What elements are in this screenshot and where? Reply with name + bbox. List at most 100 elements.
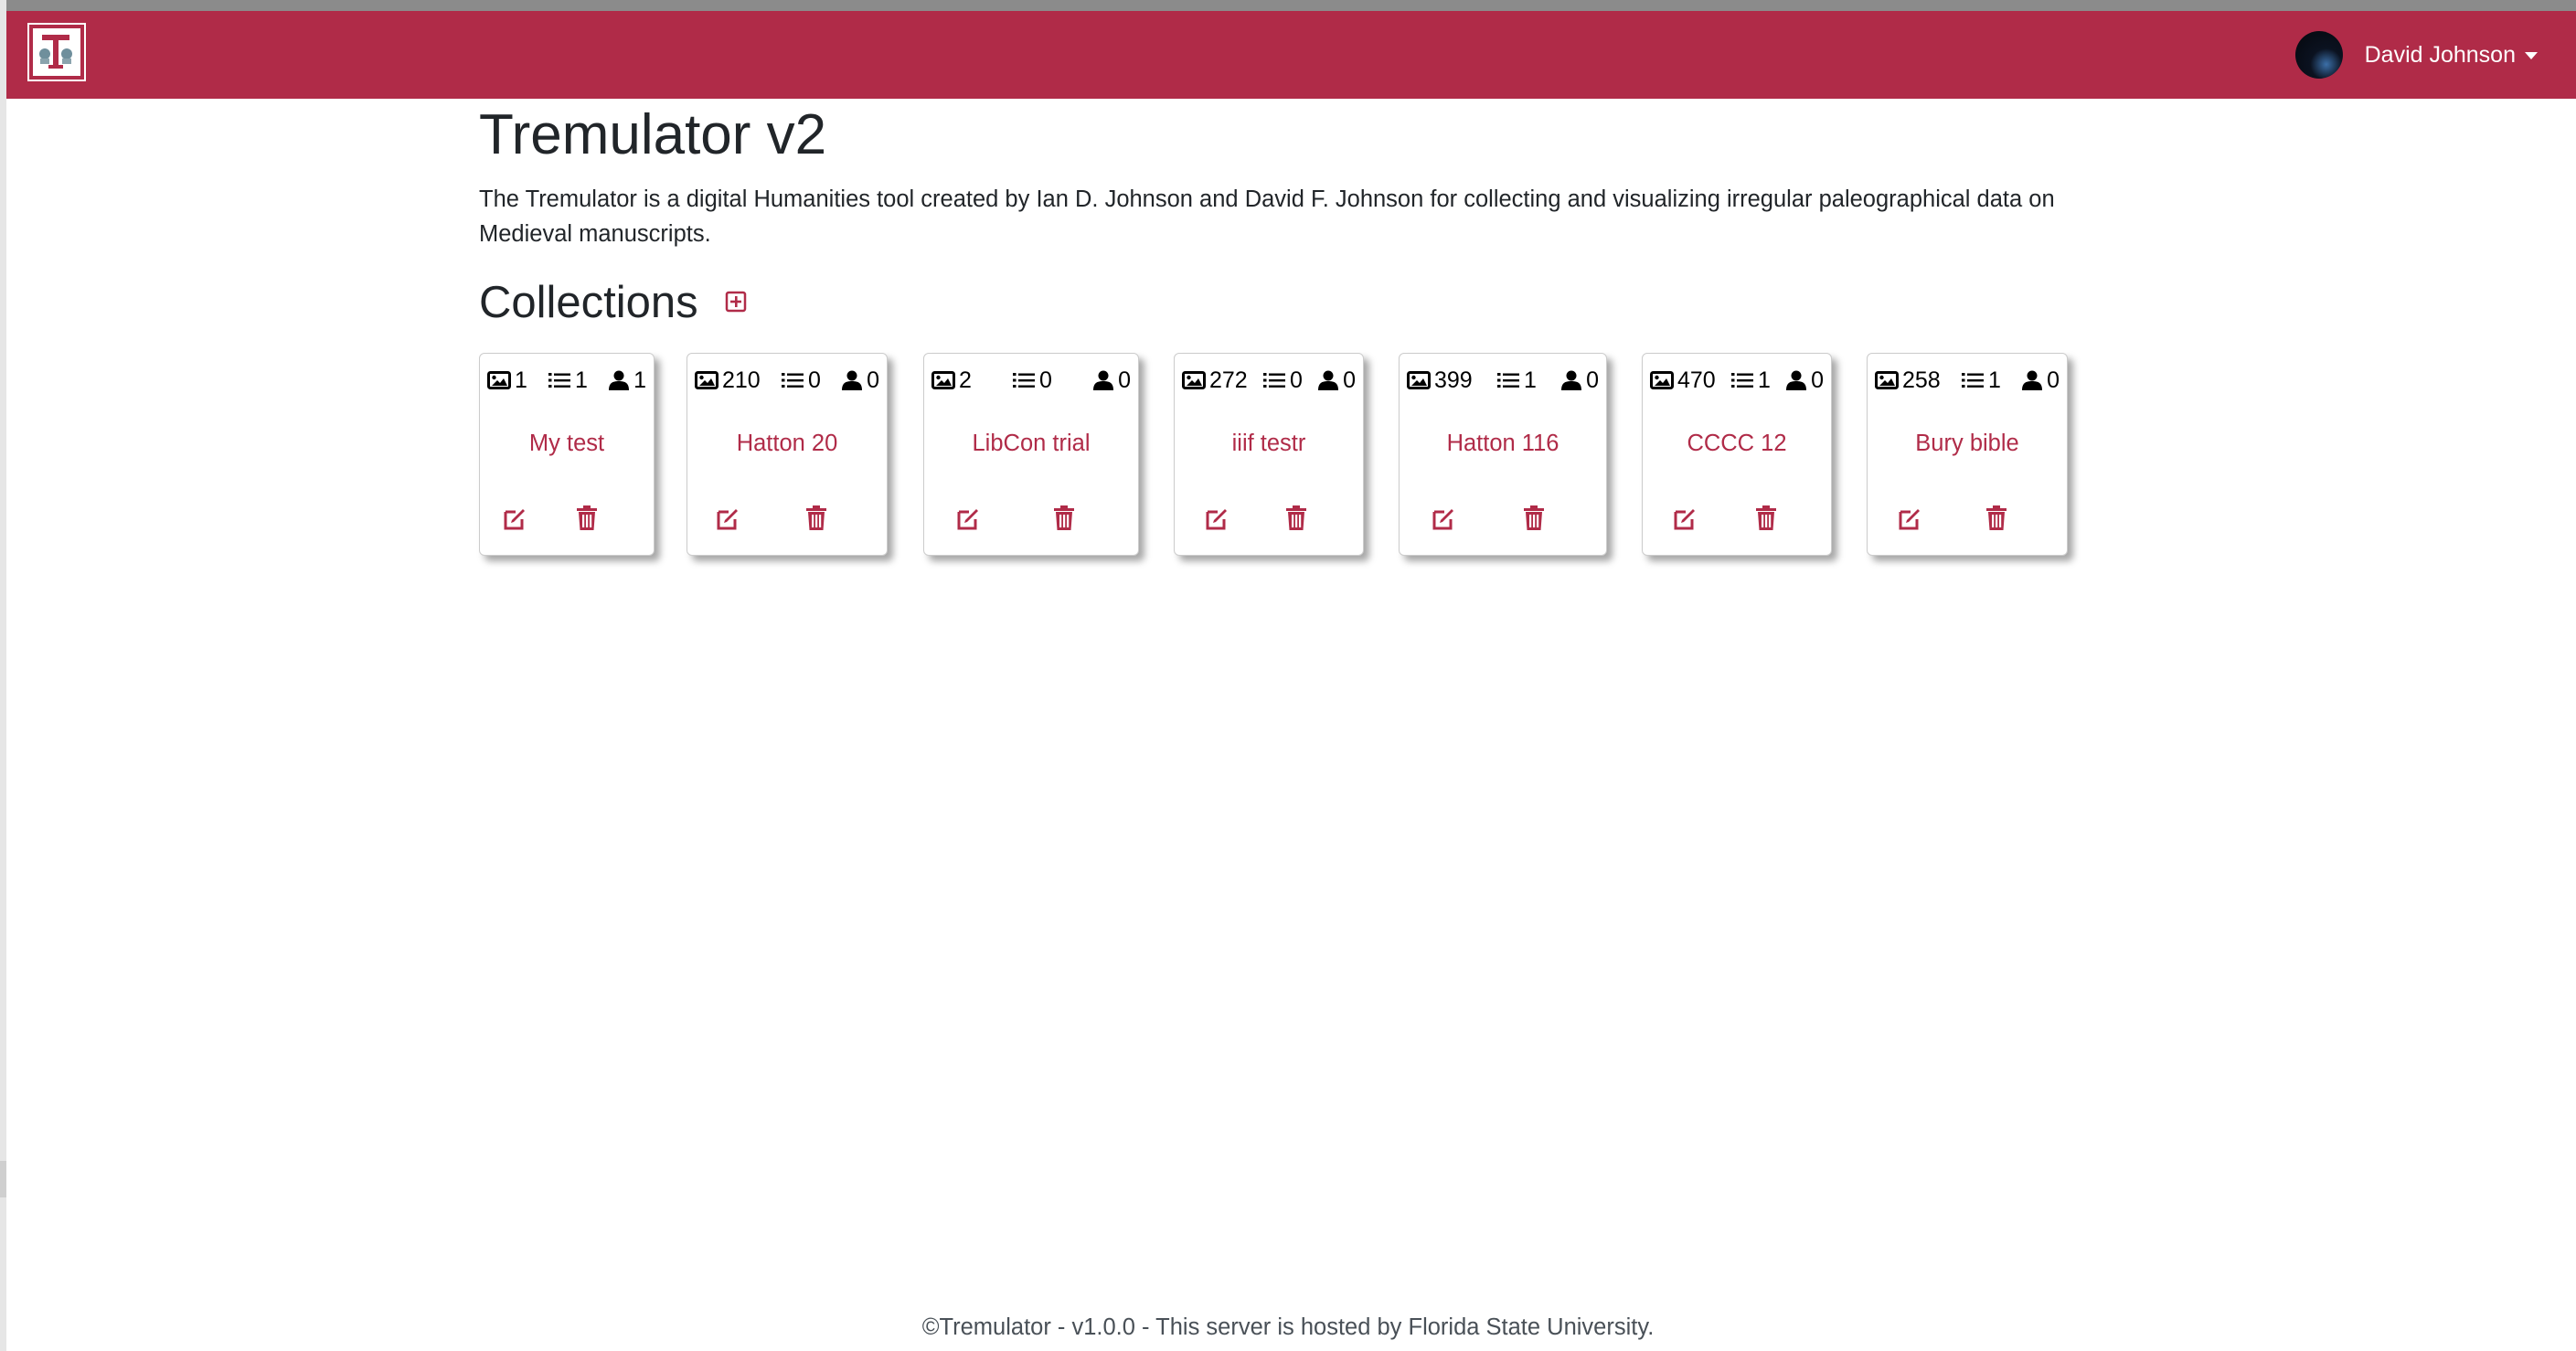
images-count: 1 [515,367,527,393]
list-icon [1730,371,1754,389]
list-icon [548,371,571,389]
collection-name-link[interactable]: Hatton 116 [1400,431,1606,457]
trash-icon[interactable] [1985,505,2008,537]
image-icon [1650,371,1674,389]
card-stats: 272 0 0 [1182,367,1356,394]
image-icon [487,371,511,389]
edit-icon[interactable] [502,505,529,537]
images-count: 210 [722,367,761,393]
tremulator-logo[interactable] [27,23,86,81]
images-stat: 258 [1875,367,1941,394]
card-stats: 1 1 1 [487,367,646,394]
users-stat: 0 [2021,367,2060,394]
lists-stat: 1 [1496,367,1537,394]
card-actions [924,505,1138,534]
collection-card[interactable]: 1 1 1 My test [479,353,655,556]
images-count: 399 [1434,367,1473,393]
collection-name-link[interactable]: CCCC 12 [1643,431,1831,457]
users-stat: 0 [1560,367,1599,394]
trash-icon[interactable] [804,505,828,537]
edit-icon[interactable] [955,505,983,537]
user-name[interactable]: David Johnson [2365,42,2516,69]
edit-icon[interactable] [1672,505,1699,537]
collection-card[interactable]: 399 1 0 Hatton 116 [1399,353,1607,556]
images-count: 272 [1209,367,1248,393]
images-stat: 470 [1650,367,1716,394]
card-actions [480,505,654,534]
edit-icon[interactable] [1204,505,1231,537]
trash-icon[interactable] [575,505,599,537]
users-stat: 1 [608,367,646,394]
users-count: 0 [1118,367,1131,393]
images-count: 2 [959,367,972,393]
collection-card[interactable]: 272 0 0 iiif testr [1174,353,1364,556]
collection-name-link[interactable]: Hatton 20 [687,431,887,457]
lists-stat: 1 [548,367,588,394]
list-icon [1496,371,1520,389]
card-stats: 258 1 0 [1875,367,2060,394]
image-icon [1407,371,1431,389]
card-actions [1868,505,2067,534]
logo-icon [34,29,78,73]
lists-count: 1 [1757,367,1771,393]
user-icon [2021,370,2043,390]
users-stat: 0 [841,367,879,394]
images-count: 258 [1902,367,1941,393]
collection-card[interactable]: 258 1 0 Bury bible [1867,353,2068,556]
trash-icon[interactable] [1754,505,1778,537]
images-stat: 210 [695,367,761,394]
images-count: 470 [1677,367,1716,393]
edit-icon[interactable] [1431,505,1458,537]
card-stats: 2 0 0 [931,367,1131,394]
images-stat: 1 [487,367,527,394]
lists-stat: 0 [1262,367,1303,394]
users-stat: 0 [1785,367,1824,394]
collection-card[interactable]: 210 0 0 Hatton 20 [687,353,888,556]
user-icon [1785,370,1807,390]
card-actions [1400,505,1606,534]
user-icon [1317,370,1339,390]
users-count: 1 [633,367,646,393]
collection-name-link[interactable]: Bury bible [1868,431,2067,457]
users-stat: 0 [1317,367,1356,394]
card-stats: 210 0 0 [695,367,879,394]
collection-name-link[interactable]: LibCon trial [924,431,1138,457]
image-icon [1875,371,1899,389]
collection-name-link[interactable]: iiif testr [1175,431,1363,457]
list-icon [1012,371,1036,389]
card-actions [1643,505,1831,534]
caret-down-icon[interactable] [2525,52,2538,59]
edit-icon[interactable] [1897,505,1924,537]
card-actions [1175,505,1363,534]
users-count: 0 [2047,367,2060,393]
users-count: 0 [867,367,879,393]
image-icon [695,371,719,389]
lists-count: 0 [1289,367,1303,393]
lists-stat: 0 [1012,367,1052,394]
collection-card[interactable]: 2 0 0 LibCon trial [923,353,1139,556]
trash-icon[interactable] [1522,505,1546,537]
footer-text: ©Tremulator - v1.0.0 - This server is ho… [921,1314,1655,1340]
user-icon [1560,370,1582,390]
list-icon [1961,371,1985,389]
list-icon [781,371,804,389]
users-count: 0 [1586,367,1599,393]
collection-name-link[interactable]: My test [480,431,654,457]
images-stat: 399 [1407,367,1473,394]
trash-icon[interactable] [1052,505,1076,537]
avatar[interactable] [2294,31,2343,79]
edit-icon[interactable] [715,505,742,537]
top-navbar: David Johnson [6,11,2576,99]
lists-count: 0 [807,367,821,393]
window-left-edge [0,0,6,1351]
image-icon [931,371,955,389]
trash-icon[interactable] [1284,505,1308,537]
images-stat: 272 [1182,367,1248,394]
lists-stat: 1 [1730,367,1771,394]
user-menu[interactable]: David Johnson [2294,29,2538,80]
list-icon [1262,371,1286,389]
plus-square-icon[interactable] [725,291,747,313]
user-icon [608,370,630,390]
collection-card[interactable]: 470 1 0 CCCC 12 [1642,353,1832,556]
page-title: Tremulator v2 [479,103,827,166]
